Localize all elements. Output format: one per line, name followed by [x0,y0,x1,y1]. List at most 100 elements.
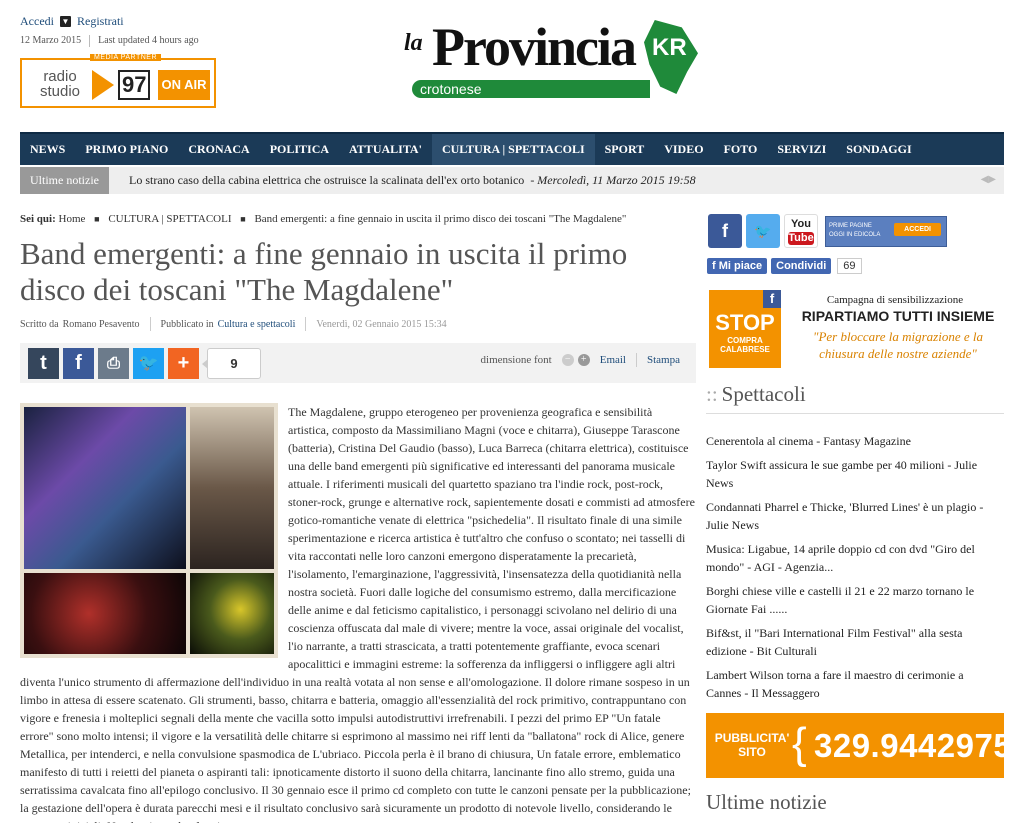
published-prefix: Pubblicato in [160,318,214,330]
nav-item-video[interactable]: VIDEO [654,134,713,165]
spettacoli-news-list: Cenerentola al cinema - Fantasy Magazine… [706,432,986,708]
list-item[interactable]: Cenerentola al cinema - Fantasy Magazine [706,432,986,450]
register-link[interactable]: Registrati [77,14,124,29]
youtube-icon[interactable]: You Tube [784,214,818,248]
edicola-text: PRIME PAGINE OGGI IN EDICOLA [829,223,881,238]
article-title: Band emergenti: a fine gennaio in uscita… [20,236,628,307]
nav-item-primo-piano[interactable]: PRIMO PIANO [75,134,178,165]
ad-phone: 329.9442975 [814,727,1013,764]
date-bar: 12 Marzo 2015 Last updated 4 hours ago [20,35,320,47]
tumblr-icon[interactable]: t [28,347,59,379]
nav-item-servizi[interactable]: SERVIZI [767,134,836,165]
auth-links: Accedi ▼ Registrati [20,14,320,29]
twitter-icon[interactable]: 🐦 [746,214,780,248]
campaign-label: Campagna di sensibilizzazione [826,294,964,306]
section-title-ultime-notizie: Ultime notizie [706,790,827,814]
stop-badge: f STOP COMPRA CALABRESE [709,290,781,368]
share-toolbar: t f ⎙ 🐦 + 9 dimensione font − + Email St… [20,343,696,383]
font-increase-icon[interactable]: + [577,354,590,366]
font-size-label: dimensione font [480,354,552,366]
campaign-title: RIPARTIAMO TUTTI INSIEME [801,308,995,324]
logo-name: Provincia [432,17,637,77]
author-name[interactable]: Romano Pesavento [63,319,140,330]
ticker-headline[interactable]: Lo strano caso della cabina elettrica ch… [109,173,524,188]
nav-item-cultura-spettacoli[interactable]: CULTURA | SPETTACOLI [431,134,595,165]
share-count: 9 [202,347,261,379]
list-item[interactable]: Taylor Swift assicura le sue gambe per 4… [706,456,986,492]
current-date: 12 Marzo 2015 [20,35,82,46]
fb-count: 69 [837,258,862,274]
breadcrumb-prefix: Sei qui: [20,213,56,225]
logo-kr: KR [652,34,687,61]
login-link[interactable]: Accedi [20,14,54,29]
nav-item-politica[interactable]: POLITICA [260,134,339,165]
font-decrease-icon[interactable]: − [561,354,574,366]
facebook-like-bar: f Mi piace Condividi 69 [707,258,862,274]
ticker-label: Ultime notizie [20,167,109,194]
list-item[interactable]: Borghi chiese ville e castelli il 21 e 2… [706,582,986,618]
play-icon [92,70,114,100]
list-item[interactable]: Condannati Pharrel e Thicke, 'Blurred Li… [706,498,986,534]
bullet-icon: ■ [94,214,100,224]
news-ticker: Ultime notizie Lo strano caso della cabi… [20,167,1004,194]
list-item[interactable]: Bif&st, il "Bari International Film Fest… [706,624,986,660]
article-tools: dimensione font − + Email Stampa [481,353,680,367]
divider [305,317,307,331]
image-spacer [20,403,288,661]
divider [149,317,151,331]
brace-glyph: { [792,719,807,768]
fb-share-button[interactable]: Condividi [771,258,832,274]
nav-item-news[interactable]: NEWS [20,134,75,165]
add-share-icon[interactable]: + [168,347,199,379]
breadcrumb-home[interactable]: Home [59,213,86,225]
site-logo[interactable]: la Provincia KR crotonese [404,10,704,100]
advertising-banner[interactable]: PUBBLICITA' SITO { 329.9442975 [706,713,1012,778]
edicola-accedi-button[interactable]: ACCEDI [894,223,941,236]
email-link[interactable]: Email [600,354,626,366]
radio-name: radio studio [39,68,81,100]
divider [636,353,637,367]
breadcrumb-section[interactable]: CULTURA | SPETTACOLI [108,213,231,225]
nav-item-attualita[interactable]: ATTUALITA' [339,134,432,165]
category-link[interactable]: Cultura e spettacoli [218,319,296,330]
list-item[interactable]: Musica: Ligabue, 14 aprile doppio cd con… [706,540,986,576]
social-links: f 🐦 You Tube [708,214,818,248]
bullet-icon: ■ [240,214,246,224]
main-nav: NEWS PRIMO PIANO CRONACA POLITICA ATTUAL… [20,132,1004,165]
facebook-icon[interactable]: f [63,347,94,379]
last-updated: Last updated 4 hours ago [98,35,199,46]
breadcrumb-current: Band emergenti: a fine gennaio in uscita… [254,213,627,225]
author-prefix: Scritto da [20,318,59,330]
print-icon[interactable]: ⎙ [98,347,129,379]
campaign-quote: "Per bloccare la migrazione e la chiusur… [813,329,983,361]
radio-studio-97-banner[interactable]: MEDIA PARTNER radio studio 97 ON AIR [20,54,216,108]
on-air-badge: ON AIR [158,70,210,100]
radio-frequency: 97 [118,70,151,100]
top-user-bar: Accedi ▼ Registrati 12 Marzo 2015 Last u… [20,14,320,47]
ad-label: PUBBLICITA' SITO [714,731,790,759]
ticker-arrows-icon[interactable]: ◀▶ [981,174,996,185]
campaign-banner[interactable]: f STOP COMPRA CALABRESE Campagna di sens… [706,290,1004,370]
facebook-icon[interactable]: f [708,214,742,248]
stop-word: STOP [715,310,775,335]
list-item[interactable]: Lambert Wilson torna a fare il maestro d… [706,666,986,702]
article-date: Venerdì, 02 Gennaio 2015 15:34 [316,318,447,330]
nav-item-sport[interactable]: SPORT [595,134,655,165]
twitter-icon[interactable]: 🐦 [133,347,164,379]
section-title-spettacoli: :: Spettacoli [706,382,1004,414]
nav-item-foto[interactable]: FOTO [714,134,768,165]
nav-item-sondaggi[interactable]: SONDAGGI [836,134,921,165]
stop-sub: COMPRA CALABRESE [720,336,770,354]
edicola-banner[interactable]: PRIME PAGINE OGGI IN EDICOLA ACCEDI [825,216,947,247]
media-partner-label: MEDIA PARTNER [90,54,162,61]
article-byline: Scritto da Romano Pesavento Pubblicato i… [20,317,447,331]
article-body: The Magdalene, gruppo eterogeneo per pro… [20,403,696,823]
breadcrumb: Sei qui: Home ■ CULTURA | SPETTACOLI ■ B… [20,213,626,225]
fb-like-button[interactable]: f Mi piace [707,258,768,274]
print-link[interactable]: Stampa [647,354,680,366]
nav-item-cronaca[interactable]: CRONACA [178,134,259,165]
ticker-date: - Mercoledì, 11 Marzo 2015 19:58 [530,173,696,187]
caret-down-icon[interactable]: ▼ [59,16,71,27]
section-marker-icon: :: [706,382,718,406]
facebook-icon: f [763,290,781,308]
